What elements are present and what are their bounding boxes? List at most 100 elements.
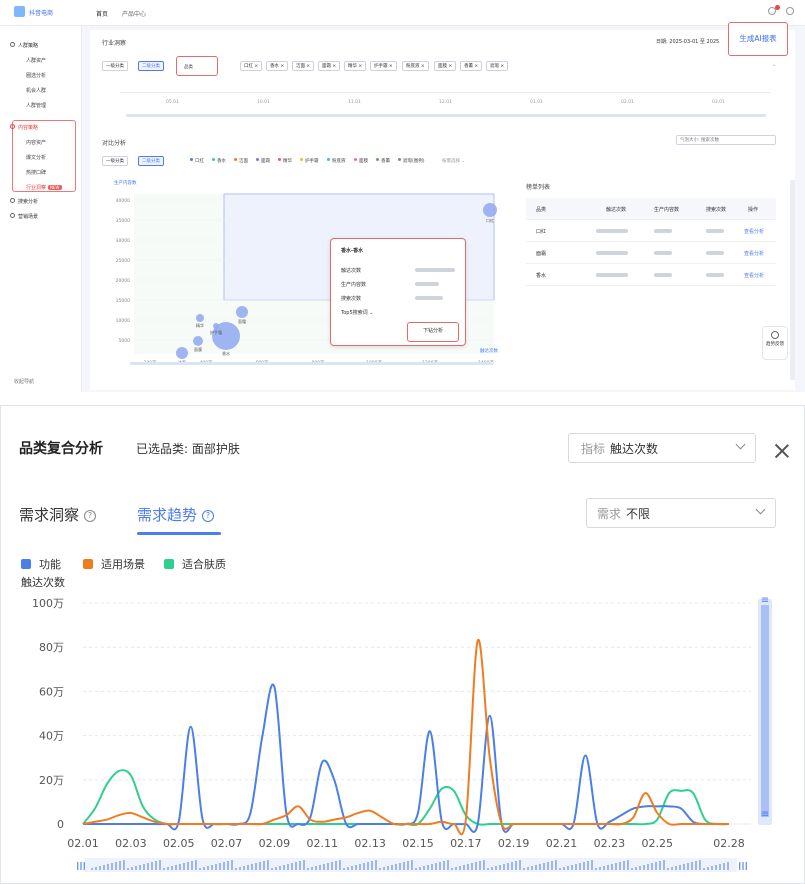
filter-chip[interactable]: 香水 ×	[266, 61, 289, 71]
zoom-sparkline-bar	[703, 868, 705, 870]
bubble-point[interactable]	[213, 323, 219, 329]
zoom-sparkline-bar	[271, 868, 273, 870]
page-title: 行业洞察	[102, 40, 127, 47]
legend-item-function[interactable]: 功能	[21, 556, 61, 572]
bubble-point[interactable]	[236, 306, 248, 318]
zoom-sparkline-bar	[215, 864, 217, 870]
help-icon[interactable]: ?	[84, 510, 97, 522]
zoom-handle-left-icon[interactable]: III	[76, 860, 86, 873]
top-header-bar: 抖音电商 首页 产品中心	[0, 0, 805, 26]
compare-legend-item[interactable]: 遮瑕(图例)	[398, 158, 425, 164]
compare-legend-item[interactable]: 洁面	[234, 158, 248, 164]
bubble-y-tick: 30000	[116, 238, 130, 244]
trend-feedback-button[interactable]: 趋势反馈	[762, 326, 788, 360]
compare-legend-item[interactable]: 精华	[278, 158, 292, 164]
filter-chip[interactable]: 遮瑕 ×	[486, 61, 509, 71]
filter-chip[interactable]: 口红 ×	[240, 61, 263, 71]
nav-products[interactable]: 产品中心	[122, 9, 146, 18]
metric-dropdown[interactable]: 指标 触达次数	[568, 433, 756, 463]
bubble-point[interactable]	[176, 347, 188, 359]
user-icon[interactable]	[786, 7, 794, 15]
sidebar-item-people-manage[interactable]: 人群管理	[0, 102, 82, 109]
drill-down-button[interactable]: 下钻分析	[407, 322, 459, 342]
filter-chip[interactable]: 精华 ×	[344, 61, 367, 71]
generate-ai-report-button[interactable]: 生成AI报表	[728, 22, 788, 56]
tab-compare-level1[interactable]: 一级分类	[102, 156, 128, 166]
date-range[interactable]: 日期: 2025-03-01 至 2025	[656, 38, 719, 45]
scrollbar[interactable]	[790, 180, 795, 380]
vertical-handle-bottom-icon[interactable]: ≡	[761, 809, 769, 820]
sidebar-item-hot-articles[interactable]: 爆文分析	[0, 154, 82, 161]
filter-chip[interactable]: 面霜 ×	[318, 61, 341, 71]
vertical-handle-top-icon[interactable]: ≡	[761, 595, 769, 606]
sidebar-item-content-strategy[interactable]: 内容策略	[0, 124, 82, 131]
view-analysis-link[interactable]: 查看分析	[744, 272, 764, 279]
sidebar-item-people-assets[interactable]: 人群资产	[0, 57, 82, 64]
zoom-sparkline-bar	[527, 867, 529, 870]
sidebar-item-search[interactable]: 搜索分析	[0, 198, 82, 205]
tab-level2-category[interactable]: 二级分类	[138, 61, 164, 71]
sidebar-collapse[interactable]: 收起导航	[0, 378, 82, 385]
zoom-sparkline-bar	[359, 864, 361, 870]
y-tick-label: 100万	[32, 597, 64, 610]
compare-legend-item[interactable]: 香水	[212, 158, 226, 164]
bubble-point[interactable]	[483, 203, 497, 217]
zoom-sparkline-bar	[203, 867, 205, 870]
category-select[interactable]: 品类	[184, 64, 193, 70]
legend-item-scene[interactable]: 适用场景	[83, 556, 145, 572]
sidebar-item-hot-search[interactable]: 热搜口碑	[0, 169, 82, 176]
zoom-handle-right-icon[interactable]: III	[738, 860, 748, 873]
tooltip-row-top5[interactable]: Top5搜索词 ⌄	[341, 309, 373, 316]
help-icon[interactable]: ?	[202, 510, 215, 522]
legend-item-skin[interactable]: 适合肤质	[164, 556, 226, 572]
filter-chip[interactable]: 粉底液 ×	[402, 61, 429, 71]
zoom-sparkline-bar	[591, 860, 593, 870]
sidebar-item-opportunity[interactable]: 机会人群	[0, 87, 82, 94]
zoom-sparkline-bar	[147, 863, 149, 870]
compare-legend-item[interactable]: 香薰	[376, 158, 390, 164]
sidebar-item-content-assets[interactable]: 内容资产	[0, 139, 82, 146]
filter-chip[interactable]: 洁面 ×	[292, 61, 315, 71]
compare-legend-more[interactable]: 按需选择 ⌄	[442, 158, 465, 164]
bubble-range-slider[interactable]	[130, 362, 492, 365]
category-select-highlight	[176, 56, 218, 76]
filter-chip[interactable]: 面膜 ×	[434, 61, 457, 71]
view-analysis-link[interactable]: 查看分析	[744, 250, 764, 257]
x-tick-label: 02.28	[713, 837, 745, 850]
tab-compare-level2[interactable]: 二级分类	[138, 156, 164, 166]
bubble-point[interactable]	[193, 336, 203, 346]
sidebar-item-people-strategy[interactable]: 人群策略	[0, 42, 82, 49]
zoom-sparkline-bar	[563, 867, 565, 870]
nav-home[interactable]: 首页	[96, 9, 108, 18]
bubble-size-select[interactable]: 气泡大小: 搜索次数	[676, 135, 776, 145]
compare-legend-item[interactable]: 粉底液	[327, 158, 346, 164]
compare-legend-item[interactable]: 口红	[190, 158, 204, 164]
range-slider[interactable]	[126, 114, 766, 117]
filter-chip[interactable]: 香薰 ×	[460, 61, 483, 71]
zoom-sparkline-bar	[287, 864, 289, 870]
tab-level1-category[interactable]: 一级分类	[102, 61, 128, 71]
demand-dropdown[interactable]: 需求 不限	[586, 498, 776, 528]
tab-demand-insight[interactable]: 需求洞察?	[19, 504, 97, 525]
sidebar-item-marketing[interactable]: 营销场景	[0, 213, 82, 220]
chip-row-chevron-icon[interactable]: ⌄	[772, 62, 776, 68]
line-series-function[interactable]	[83, 683, 729, 833]
sidebar-item-circle-analysis[interactable]: 圈选分析	[0, 72, 82, 79]
filter-chip[interactable]: 护手霜 ×	[370, 61, 397, 71]
zoom-sparkline-bar	[599, 867, 601, 870]
table-cell-blurred-value	[654, 273, 672, 277]
zoom-sparkline-bar	[151, 862, 153, 870]
compare-legend-item[interactable]: 护手霜	[300, 158, 319, 164]
zoom-sparkline-bar	[295, 862, 297, 870]
compare-legend-item[interactable]: 面霜	[256, 158, 270, 164]
line-series-scene[interactable]	[82, 639, 729, 836]
sidebar-item-industry-insight[interactable]: 行业洞察 NEW	[0, 184, 82, 191]
zoom-sparkline-bar	[487, 868, 489, 870]
bubble-point[interactable]	[196, 314, 204, 322]
compare-legend-item[interactable]: 面膜	[354, 158, 368, 164]
vertical-zoom-range[interactable]	[761, 605, 769, 817]
close-icon[interactable]	[773, 442, 791, 460]
zoom-sparkline-bar	[251, 864, 253, 870]
view-analysis-link[interactable]: 查看分析	[744, 228, 764, 235]
tab-demand-trend[interactable]: 需求趋势?	[137, 504, 215, 525]
